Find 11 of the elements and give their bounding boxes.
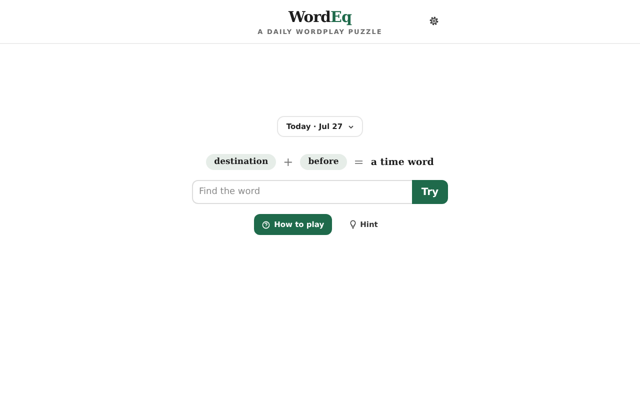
settings-icon[interactable] <box>429 16 439 26</box>
answer-clue: a time word <box>370 156 434 168</box>
help-icon <box>262 220 270 228</box>
operator: + <box>283 155 294 169</box>
logo: WordEq <box>288 9 352 26</box>
word-chip: before <box>300 154 347 170</box>
caret-icon <box>348 124 354 128</box>
word-chip: destination <box>206 154 276 170</box>
lightbulb-icon <box>350 220 356 229</box>
try-button[interactable]: Try <box>412 180 448 204</box>
operator: = <box>354 155 364 169</box>
